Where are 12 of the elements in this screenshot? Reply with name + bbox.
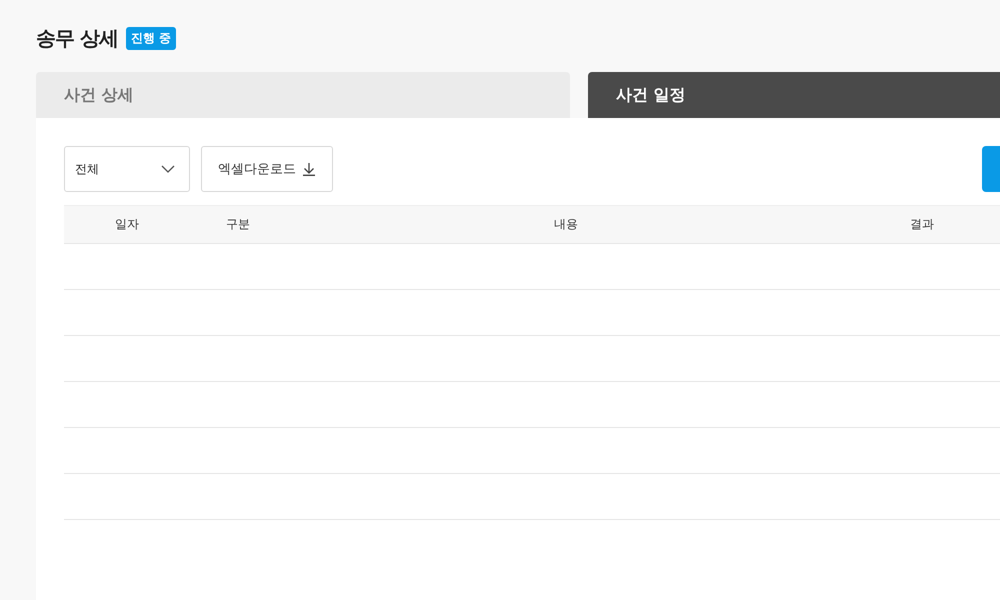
status-badge: 진행 중 (126, 26, 176, 50)
tab[interactable]: 사건 상세 (36, 72, 570, 118)
tab[interactable]: 사건 일정 (588, 72, 1000, 118)
excel-download-button[interactable]: 엑셀다운로드 (201, 146, 333, 192)
column-header: 구분 (225, 216, 251, 233)
page-title: 송무 상세 (36, 24, 118, 52)
column-header: 결과 (910, 216, 934, 233)
filter-dropdown[interactable]: 전체 (64, 146, 190, 192)
column-header: 내용 (554, 216, 578, 233)
column-header: 일자 (115, 216, 139, 233)
chevron-down-icon (161, 165, 175, 173)
download-icon (302, 162, 316, 176)
